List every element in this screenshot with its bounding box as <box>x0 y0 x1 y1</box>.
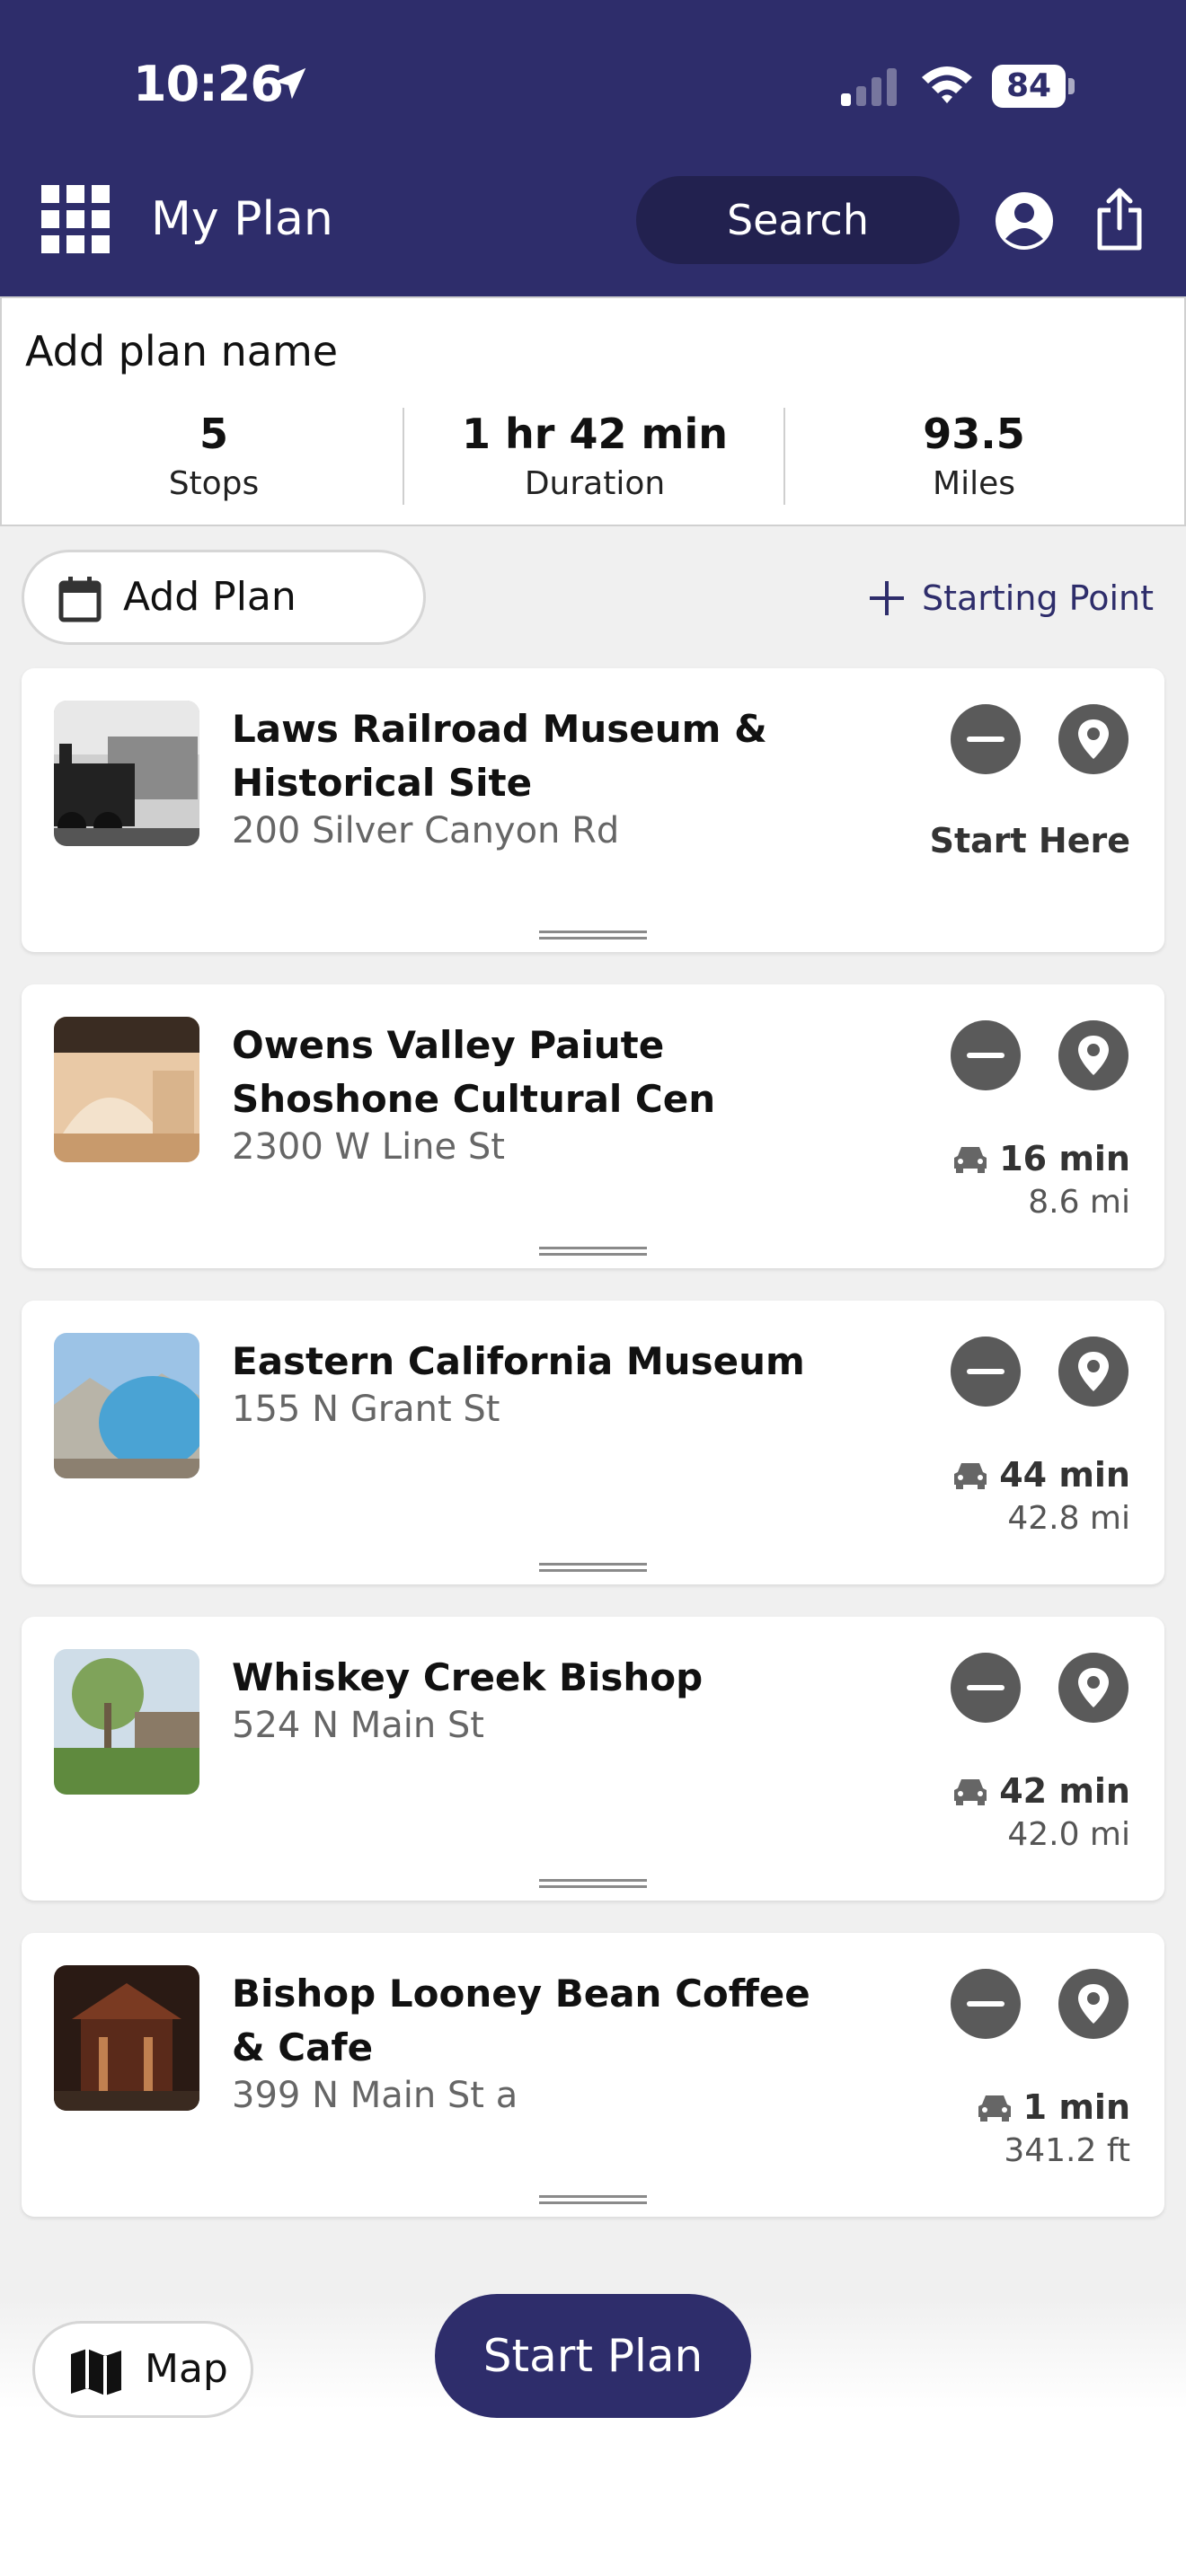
share-icon[interactable] <box>1094 187 1145 251</box>
stop-photo <box>54 1649 199 1795</box>
map-pin-button[interactable] <box>1058 1337 1128 1407</box>
start-here-label: Start Here <box>929 821 1130 860</box>
stop-name: Owens Valley Paiute Shoshone Cultural Ce… <box>232 1023 716 1121</box>
status-time: 10:26 <box>133 56 284 112</box>
car-icon <box>954 1779 987 1805</box>
travel-info: 1 min 341.2 ft <box>977 2087 1130 2169</box>
map-button[interactable]: Map <box>32 2321 253 2418</box>
car-icon <box>954 1463 987 1489</box>
add-plan-dates-button[interactable]: Add Plan Dates <box>22 550 426 710</box>
stop-address: 399 N Main St a <box>232 2075 518 2116</box>
drag-handle[interactable] <box>539 929 647 941</box>
remove-stop-button[interactable] <box>951 1653 1021 1723</box>
plus-icon <box>869 581 904 615</box>
remove-stop-button[interactable] <box>951 704 1021 774</box>
stop-photo <box>54 701 199 846</box>
remove-stop-button[interactable] <box>951 1337 1021 1407</box>
stat-label: Miles <box>933 465 1015 502</box>
battery-level: 84 <box>1005 67 1052 104</box>
cellular-signal-icon <box>841 68 897 106</box>
stop-card[interactable]: Owens Valley Paiute Shoshone Cultural Ce… <box>22 984 1164 1268</box>
stat-label: Duration <box>524 465 666 502</box>
apps-grid-icon[interactable] <box>41 185 110 253</box>
stop-photo <box>54 1017 199 1162</box>
app-header: 10:26 84 My Plan Search <box>0 0 1186 296</box>
stop-address: 200 Silver Canyon Rd <box>232 810 620 851</box>
drive-distance: 8.6 mi <box>1028 1184 1130 1221</box>
car-icon <box>978 2095 1011 2122</box>
start-plan-button[interactable]: Start Plan <box>435 2294 751 2418</box>
stop-name: Bishop Looney Bean Coffee & Cafe <box>232 1972 810 2069</box>
drive-distance: 42.0 mi <box>1007 1816 1130 1853</box>
stat-value: 93.5 <box>923 410 1025 458</box>
remove-stop-button[interactable] <box>951 1020 1021 1090</box>
stop-name: Whiskey Creek Bishop <box>232 1655 704 1699</box>
stop-card[interactable]: Whiskey Creek Bishop 524 N Main St 42 mi… <box>22 1617 1164 1901</box>
stat-label: Stops <box>168 465 260 502</box>
stop-name: Eastern California Museum <box>232 1339 805 1383</box>
travel-info: 16 min 8.6 mi <box>952 1139 1130 1221</box>
stat-value: 5 <box>199 410 228 458</box>
stop-card[interactable]: Eastern California Museum 155 N Grant St… <box>22 1301 1164 1584</box>
drag-handle[interactable] <box>539 1877 647 1890</box>
travel-info: 42 min 42.0 mi <box>952 1771 1130 1853</box>
drag-handle[interactable] <box>539 1245 647 1257</box>
drive-time: 44 min <box>999 1455 1130 1495</box>
starting-point-label: Starting Point <box>921 578 1154 618</box>
drive-time: 42 min <box>999 1771 1130 1811</box>
remove-stop-button[interactable] <box>951 1969 1021 2039</box>
travel-info: 44 min 42.8 mi <box>952 1455 1130 1537</box>
stat-value: 1 hr 42 min <box>462 410 728 458</box>
stat-miles: 93.5 Miles <box>785 410 1163 502</box>
drive-distance: 42.8 mi <box>1007 1500 1130 1537</box>
drive-time: 16 min <box>999 1139 1130 1178</box>
stop-name: Laws Railroad Museum & Historical Site <box>232 707 767 805</box>
page-title: My Plan <box>151 192 333 246</box>
map-pin-button[interactable] <box>1058 1969 1128 2039</box>
map-icon <box>71 2349 121 2395</box>
location-arrow-icon <box>274 67 306 100</box>
plan-name-field[interactable]: Add plan name <box>25 327 338 375</box>
map-pin-button[interactable] <box>1058 1653 1128 1723</box>
drag-handle[interactable] <box>539 1561 647 1574</box>
stop-photo <box>54 1965 199 2111</box>
stop-photo <box>54 1333 199 1478</box>
map-pin-button[interactable] <box>1058 704 1128 774</box>
map-label: Map <box>145 2346 228 2392</box>
stop-address: 524 N Main St <box>232 1705 484 1746</box>
battery-icon: 84 <box>992 65 1075 108</box>
map-pin-button[interactable] <box>1058 1020 1128 1090</box>
stop-card[interactable]: Laws Railroad Museum & Historical Site 2… <box>22 668 1164 952</box>
calendar-icon <box>58 577 102 622</box>
drive-time: 1 min <box>1022 2087 1130 2127</box>
drive-distance: 341.2 ft <box>1004 2132 1130 2169</box>
drag-handle[interactable] <box>539 2193 647 2206</box>
account-icon[interactable] <box>994 190 1055 251</box>
plan-summary: Add plan name 5 Stops 1 hr 42 min Durati… <box>0 296 1186 526</box>
wifi-icon <box>922 66 972 103</box>
stop-card[interactable]: Bishop Looney Bean Coffee & Cafe 399 N M… <box>22 1933 1164 2217</box>
search-button[interactable]: Search <box>636 176 960 264</box>
starting-point-button[interactable]: Starting Point <box>869 571 1154 625</box>
divider <box>403 408 404 505</box>
car-icon <box>954 1147 987 1173</box>
stop-address: 155 N Grant St <box>232 1389 500 1430</box>
stat-duration: 1 hr 42 min Duration <box>406 410 783 502</box>
stop-address: 2300 W Line St <box>232 1126 505 1168</box>
stat-stops: 5 Stops <box>25 410 403 502</box>
